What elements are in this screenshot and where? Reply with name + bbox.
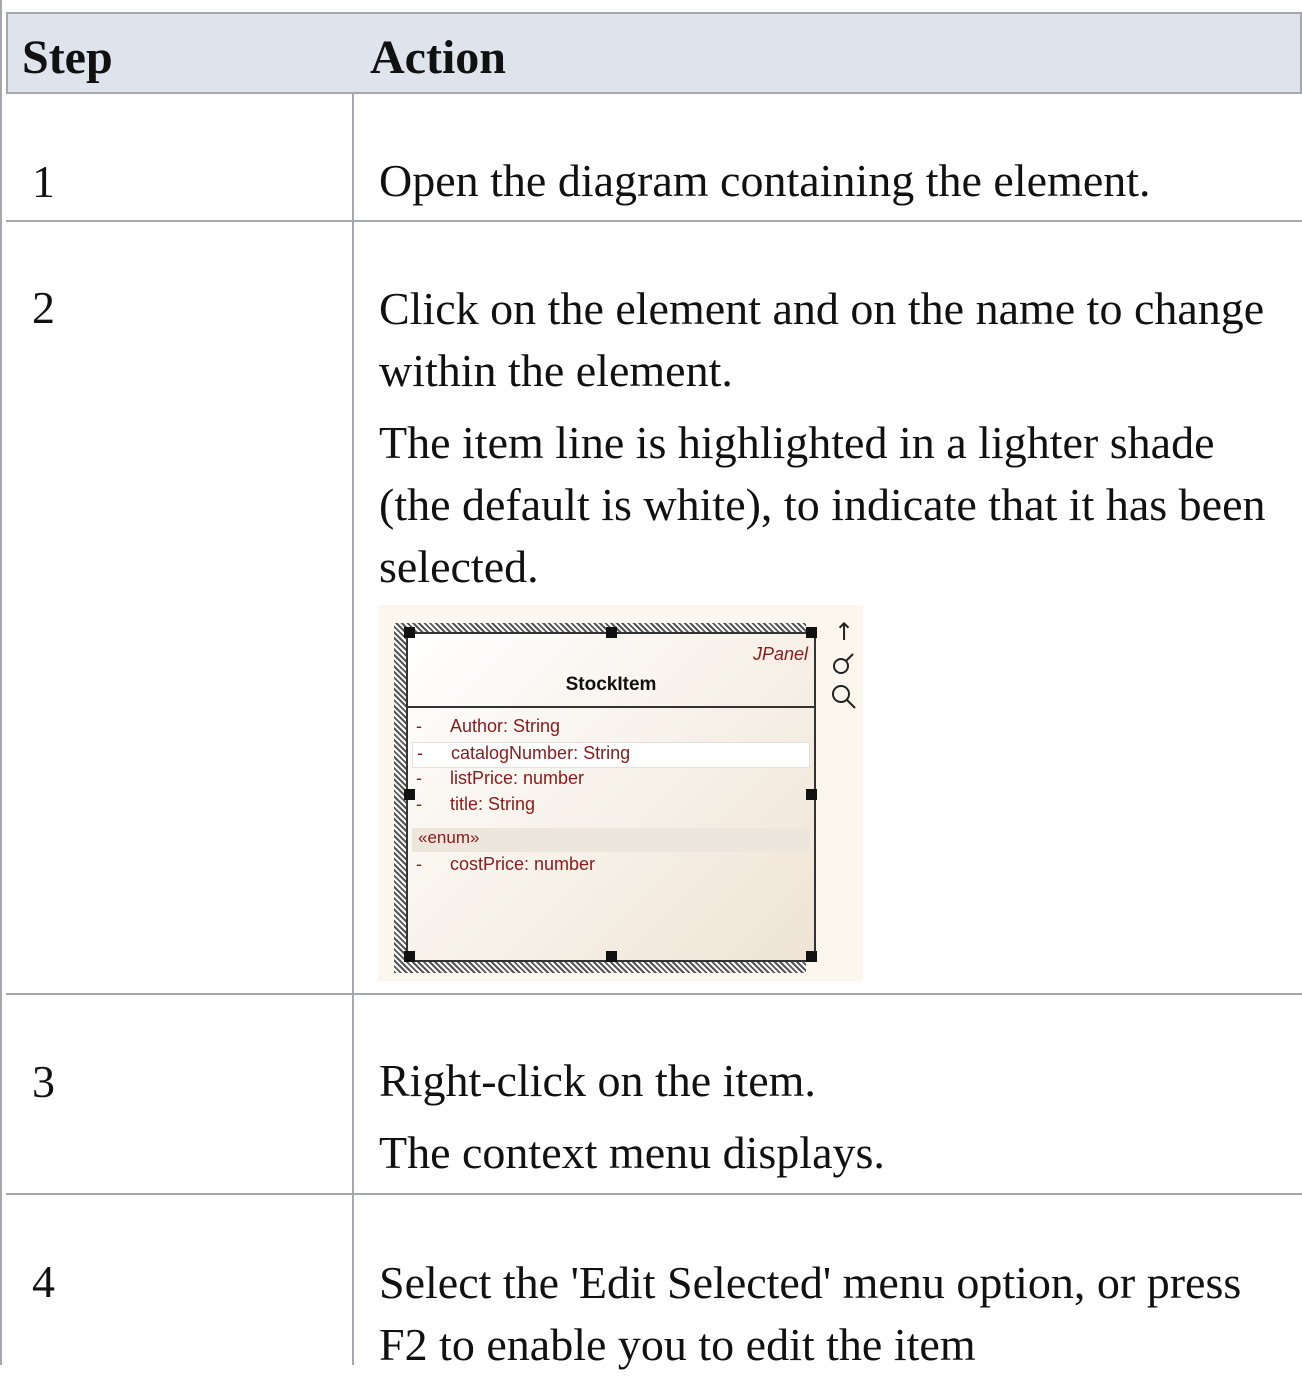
compartment-divider <box>408 706 814 708</box>
column-divider <box>352 12 354 1365</box>
resize-handle-nw[interactable] <box>404 627 415 638</box>
table-header: Step Action <box>6 12 1302 94</box>
step-number-2: 2 <box>32 282 55 333</box>
step-action-1: Open the diagram containing the element. <box>379 150 1289 222</box>
header-action: Action <box>370 31 506 84</box>
action-text: Select the 'Edit Selected' menu option, … <box>379 1257 1242 1370</box>
arrow-up-icon[interactable]: ↑ <box>834 619 854 645</box>
header-step: Step <box>22 31 113 84</box>
link-icon[interactable] <box>830 651 856 682</box>
step-number-4: 4 <box>32 1256 55 1307</box>
class-element[interactable]: JPanel StockItem - Author: String - cata… <box>406 632 816 962</box>
step-action-3: Right-click on the item. The context men… <box>379 1050 1289 1194</box>
visibility-marker: - <box>416 768 422 788</box>
attribute-text: costPrice: number <box>450 854 596 874</box>
resize-handle-se[interactable] <box>806 951 817 962</box>
attribute-row[interactable]: - listPrice: number <box>412 768 810 792</box>
visibility-marker: - <box>416 794 422 814</box>
resize-handle-s[interactable] <box>606 951 617 962</box>
attribute-row[interactable]: - costPrice: number <box>412 854 810 878</box>
magnifier-icon <box>832 685 856 709</box>
visibility-marker: - <box>416 716 422 736</box>
link-icon <box>833 653 854 674</box>
step-action-2: Click on the element and on the name to … <box>379 278 1289 608</box>
resize-handle-n[interactable] <box>606 627 617 638</box>
visibility-marker: - <box>417 743 423 763</box>
row-divider <box>6 993 1302 995</box>
row-divider <box>6 1193 1302 1195</box>
attribute-row[interactable]: - Author: String <box>412 716 810 740</box>
attribute-text: Author: String <box>450 716 561 736</box>
action-text: Right-click on the item. <box>379 1055 816 1106</box>
stereotype-label: JPanel <box>752 644 808 664</box>
row-divider <box>6 220 1302 222</box>
uml-class-figure: JPanel StockItem - Author: String - cata… <box>378 605 863 981</box>
action-text: Open the diagram containing the element. <box>379 155 1151 206</box>
step-number-1: 1 <box>32 156 55 207</box>
resize-handle-sw[interactable] <box>404 951 415 962</box>
magnifier-icon[interactable] <box>830 683 858 716</box>
action-text: Click on the element and on the name to … <box>379 283 1265 396</box>
step-number-3: 3 <box>32 1056 55 1107</box>
visibility-marker: - <box>416 854 422 874</box>
resize-handle-w[interactable] <box>404 789 415 800</box>
action-text: The item line is highlighted in a lighte… <box>379 417 1266 592</box>
resize-handle-e[interactable] <box>806 789 817 800</box>
class-name[interactable]: StockItem <box>408 674 814 696</box>
table-left-border <box>0 0 2 1365</box>
step-action-4: Select the 'Edit Selected' menu option, … <box>379 1252 1289 1386</box>
attribute-text: title: String <box>450 794 536 814</box>
action-text: The context menu displays. <box>379 1127 885 1178</box>
enum-compartment-label: «enum» <box>412 828 810 852</box>
resize-handle-ne[interactable] <box>806 627 817 638</box>
attribute-row[interactable]: - title: String <box>412 794 810 818</box>
attribute-text: catalogNumber: String <box>451 743 631 763</box>
attribute-row-selected[interactable]: - catalogNumber: String <box>412 742 810 768</box>
attribute-text: listPrice: number <box>450 768 585 788</box>
